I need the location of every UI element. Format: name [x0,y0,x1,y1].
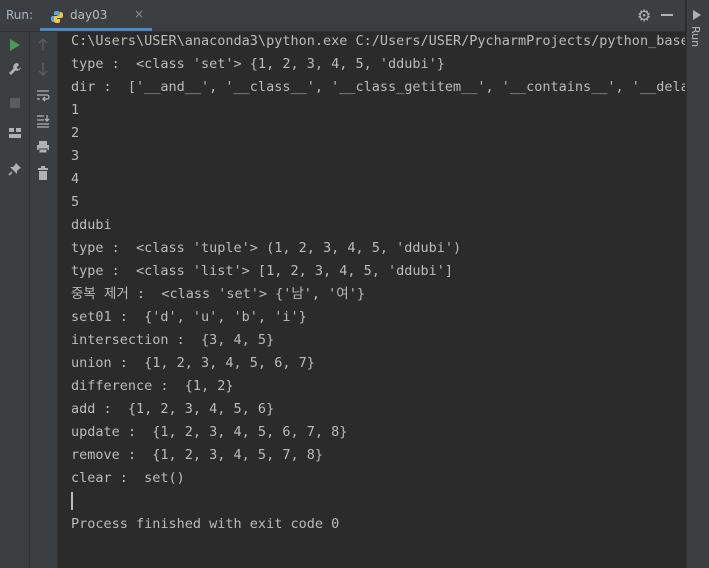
console-line: Process finished with exit code 0 [71,516,340,532]
print-icon[interactable] [34,138,52,156]
console-line: C:\Users\USER\anaconda3\python.exe C:/Us… [71,33,685,49]
layout-icon[interactable] [6,124,24,142]
console-line: 3 [71,148,80,164]
gear-icon[interactable]: ⚙ [637,6,651,25]
pin-icon[interactable] [6,160,24,178]
console-line: type : <class 'set'> {1, 2, 3, 4, 5, 'dd… [71,56,445,72]
scroll-to-end-icon[interactable] [34,112,52,130]
run-toolbar-secondary [30,32,58,568]
run-label: Run: [6,8,34,22]
soft-wrap-icon[interactable] [34,86,52,104]
rerun-play-icon[interactable] [6,36,24,54]
down-arrow-icon[interactable] [34,60,52,78]
play-icon[interactable] [693,10,701,20]
console-line: 1 [71,102,80,118]
trash-icon[interactable] [34,164,52,182]
console-line: add : {1, 2, 3, 4, 5, 6} [71,401,275,417]
console-line: update : {1, 2, 3, 4, 5, 6, 7, 8} [71,424,348,440]
console-line: type : <class 'list'> [1, 2, 3, 4, 5, 'd… [71,263,454,279]
minimize-icon[interactable] [661,14,673,16]
console-line: 2 [71,125,80,141]
console-line: clear : set() [71,470,185,486]
console-line: 5 [71,194,80,210]
right-tool-strip: Run [686,0,709,568]
text-caret [71,492,73,510]
run-toolbar-primary [0,32,30,568]
console-line: remove : {1, 2, 3, 4, 5, 7, 8} [71,447,323,463]
console-line: 4 [71,171,80,187]
python-file-icon [50,9,64,28]
run-side-tab[interactable]: Run [689,26,702,47]
tab-label: day03 [70,8,108,22]
stop-icon[interactable] [6,94,24,112]
console-line: intersection : {3, 4, 5} [71,332,275,348]
run-toolwindow-header: Run: day03 × ⚙ [0,0,685,32]
up-arrow-icon[interactable] [34,36,52,54]
console-line: ddubi [71,217,112,233]
tab-day03[interactable]: day03 × [40,0,152,31]
console-line: union : {1, 2, 3, 4, 5, 6, 7} [71,355,315,371]
wrench-icon[interactable] [6,60,24,78]
close-icon[interactable]: × [134,7,144,21]
console-line: set01 : {'d', 'u', 'b', 'i'} [71,309,307,325]
console-output[interactable]: C:\Users\USER\anaconda3\python.exe C:/Us… [58,32,685,568]
console-line: dir : ['__and__', '__class__', '__class_… [71,79,685,95]
console-line: 중복 제거 : <class 'set'> {'남', '여'} [71,286,365,302]
console-line: type : <class 'tuple'> (1, 2, 3, 4, 5, '… [71,240,462,256]
console-line: difference : {1, 2} [71,378,234,394]
